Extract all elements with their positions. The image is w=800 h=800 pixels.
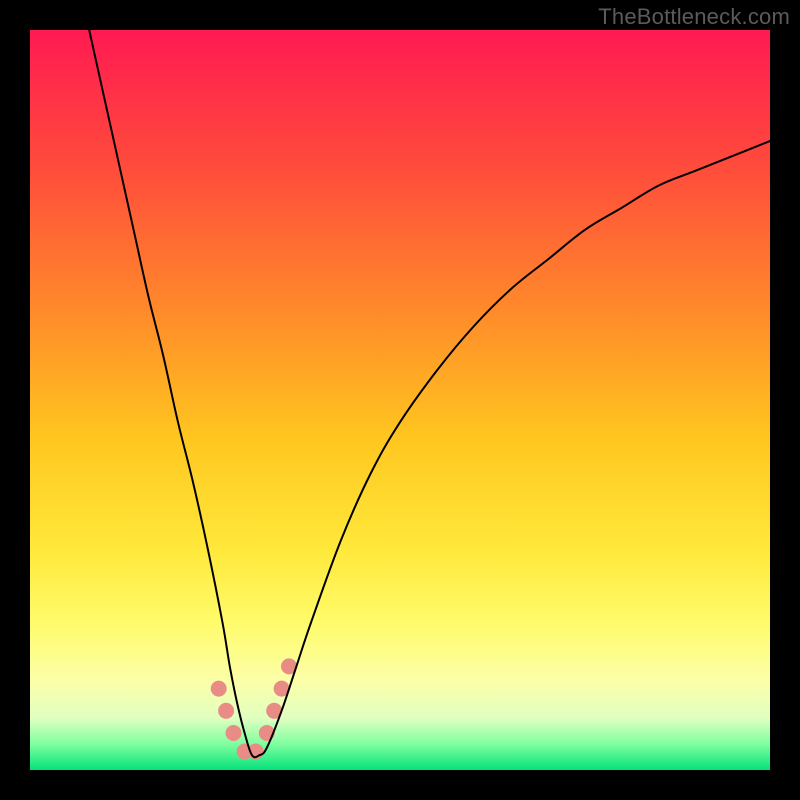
chart-svg: [30, 30, 770, 770]
chart-stage: TheBottleneck.com: [0, 0, 800, 800]
bottleneck-curve: [89, 30, 770, 757]
plot-area: [30, 30, 770, 770]
marker-layer: [211, 658, 297, 759]
marker-dot: [218, 703, 234, 719]
watermark-text: TheBottleneck.com: [598, 4, 790, 30]
marker-dot: [226, 725, 242, 741]
marker-dot: [211, 681, 227, 697]
